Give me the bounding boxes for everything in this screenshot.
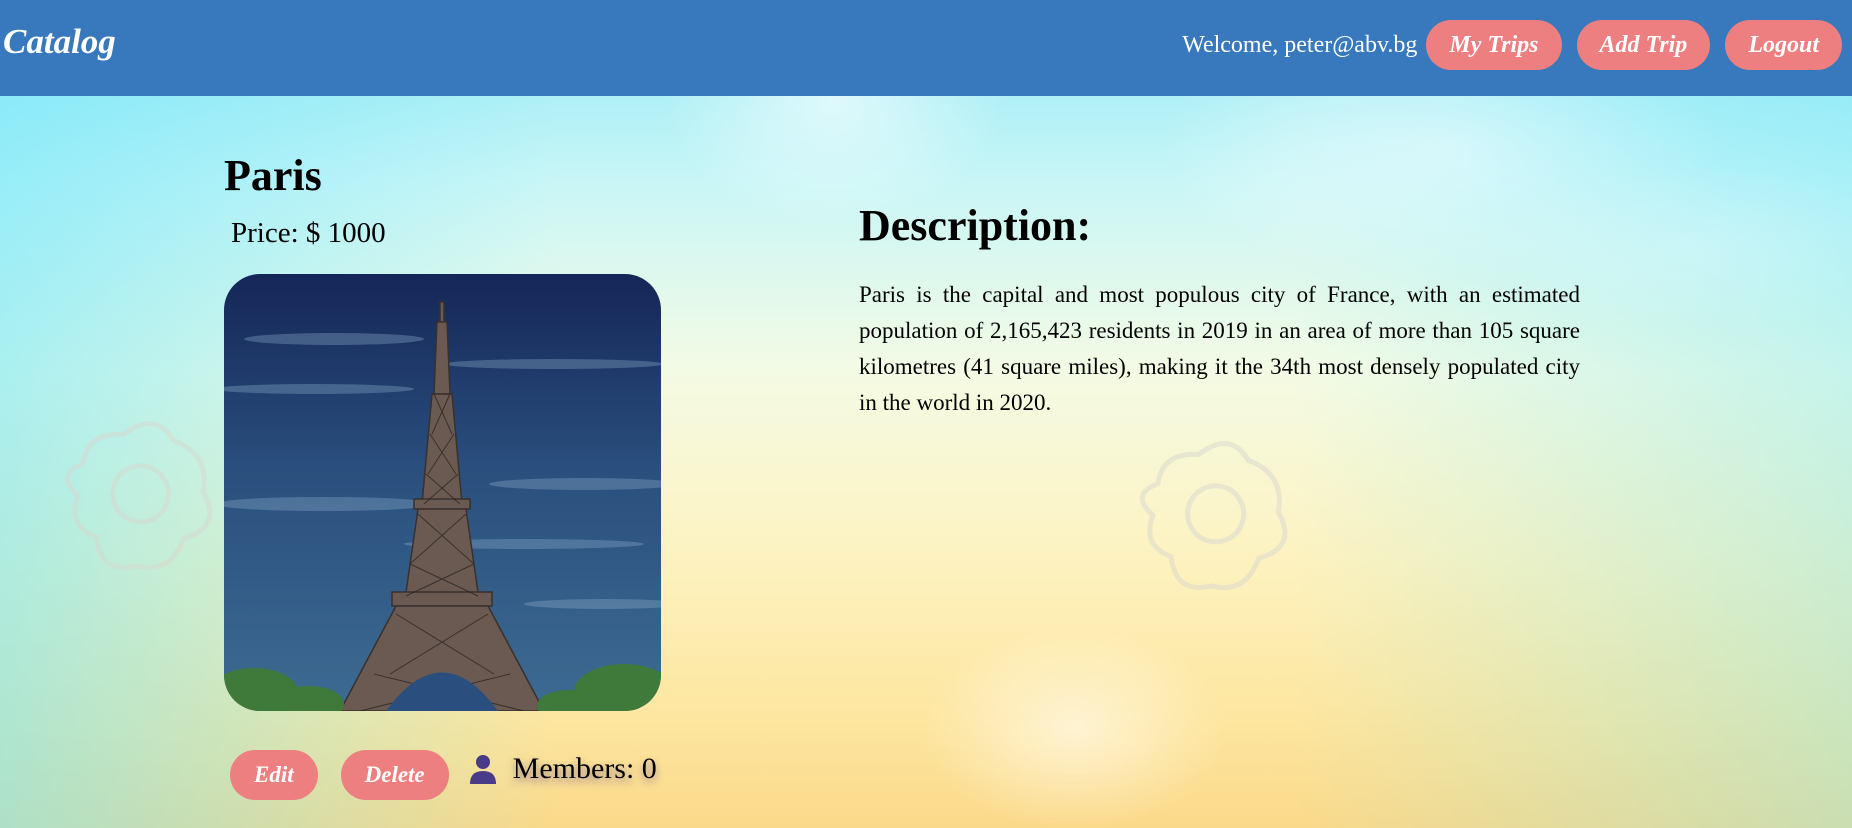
edit-button[interactable]: Edit <box>230 750 318 800</box>
logout-button[interactable]: Logout <box>1725 20 1842 70</box>
catalog-logo-link[interactable]: Catalog <box>3 22 116 62</box>
eiffel-tower-photo <box>224 274 661 711</box>
add-trip-button[interactable]: Add Trip <box>1576 20 1711 70</box>
watermark-icon <box>64 421 213 571</box>
page: Catalog Welcome, peter@abv.bg My Trips A… <box>0 0 1852 828</box>
welcome-message: Welcome, peter@abv.bg <box>1182 31 1418 58</box>
members-count: Members: 0 <box>512 752 657 785</box>
description-text: Paris is the capital and most populous c… <box>859 282 1580 415</box>
trip-actions: Edit Delete Members: 0 <box>230 750 657 800</box>
top-navbar: Catalog Welcome, peter@abv.bg My Trips A… <box>0 0 1852 96</box>
delete-button[interactable]: Delete <box>340 750 449 800</box>
description-heading: Description: <box>859 201 1092 250</box>
trip-image <box>224 274 661 711</box>
user-nav: Welcome, peter@abv.bg My Trips Add Trip … <box>1182 20 1842 70</box>
trip-price: Price: $ 1000 <box>231 217 386 249</box>
trip-description: Description: Paris is the capital and mo… <box>859 200 1580 421</box>
trip-summary: Paris Price: $ 1000 <box>224 150 661 711</box>
members-info: Members: 0 <box>469 752 657 786</box>
trip-title: Paris <box>224 151 322 200</box>
user-icon <box>469 754 497 784</box>
watermark-icon <box>1139 441 1288 591</box>
my-trips-button[interactable]: My Trips <box>1426 20 1562 70</box>
